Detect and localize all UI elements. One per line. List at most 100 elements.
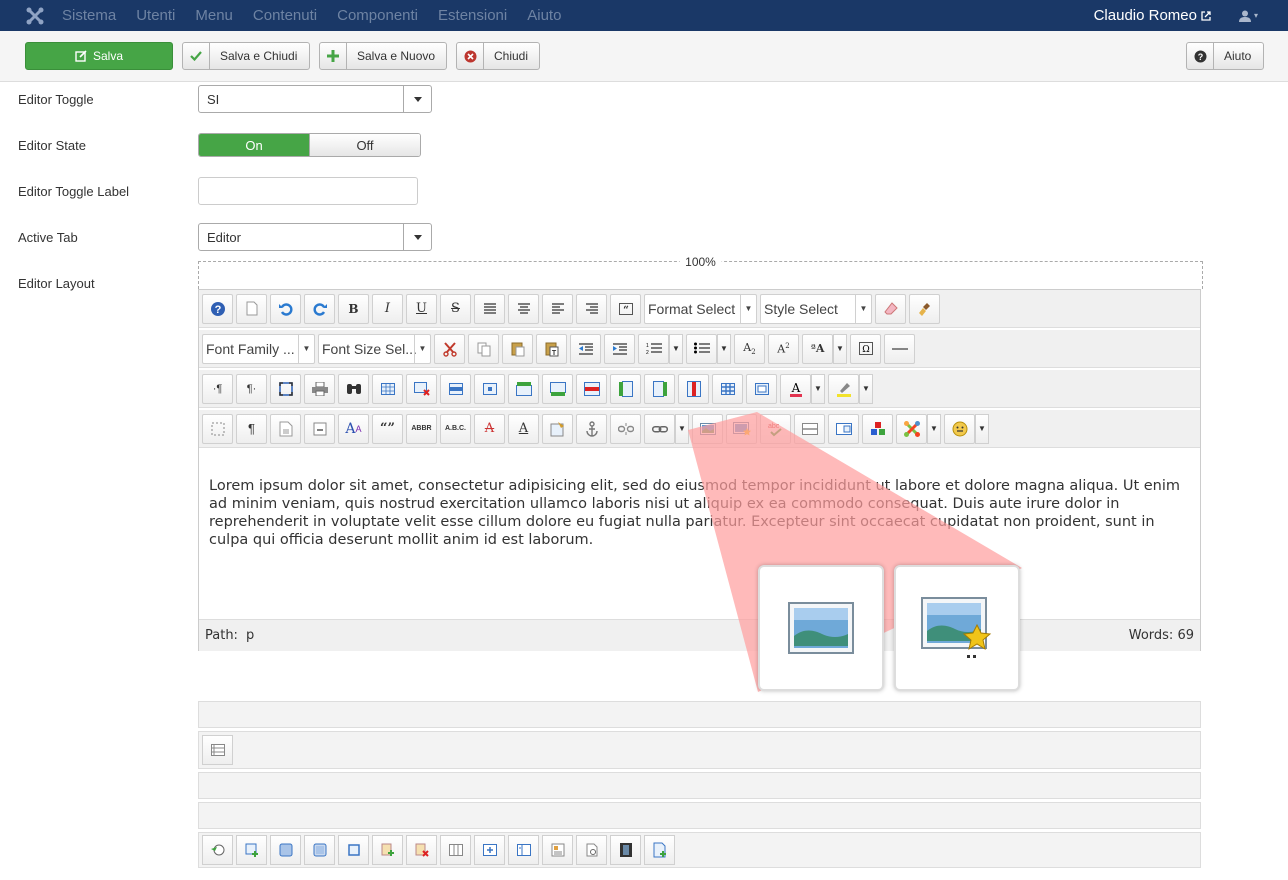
joomla-icon[interactable]	[896, 413, 927, 444]
strikethrough-icon[interactable]: S	[440, 293, 471, 324]
frame-2-icon[interactable]	[304, 835, 335, 865]
editor-content[interactable]: Lorem ipsum dolor sit amet, consectetur …	[209, 477, 1194, 549]
font-case-icon[interactable]: ªA	[802, 333, 833, 364]
insert-column-icon[interactable]	[474, 835, 505, 865]
paste-icon[interactable]	[502, 333, 533, 364]
remove-row-icon[interactable]	[406, 835, 437, 865]
chevron-down-icon[interactable]: ▼	[669, 333, 683, 364]
anchor-icon[interactable]	[576, 413, 607, 444]
show-blocks-icon[interactable]: ¶	[236, 413, 267, 444]
align-left-icon[interactable]	[542, 293, 573, 324]
insert-col-before-icon[interactable]	[610, 373, 641, 404]
help-button[interactable]: ? Aiuto	[1186, 42, 1264, 70]
template-icon[interactable]	[270, 413, 301, 444]
frame-icon[interactable]	[270, 835, 301, 865]
font-size-select[interactable]: Font Size Sel... ▼	[318, 333, 431, 364]
save-new-button[interactable]: Salva e Nuovo	[319, 42, 447, 70]
nav-componenti[interactable]: Componenti	[337, 7, 418, 24]
align-right-icon[interactable]	[576, 293, 607, 324]
nav-contenuti[interactable]: Contenuti	[253, 7, 317, 24]
chevron-down-icon[interactable]: ▼	[927, 413, 941, 444]
deletion-icon[interactable]: A	[474, 413, 505, 444]
editor-state-off-button[interactable]: Off	[309, 134, 420, 156]
insert-image-icon[interactable]	[692, 413, 723, 444]
print-icon[interactable]	[304, 373, 335, 404]
acronym-icon[interactable]: A.B.C.	[440, 413, 471, 444]
abbreviation-icon[interactable]: ABBR	[406, 413, 437, 444]
chevron-down-icon[interactable]: ▼	[833, 333, 847, 364]
joomla-logo-icon[interactable]	[22, 6, 48, 26]
layer-icon[interactable]	[828, 413, 859, 444]
undo-icon[interactable]	[270, 293, 301, 324]
styles-icon[interactable]: AA	[338, 413, 369, 444]
close-button[interactable]: Chiudi	[456, 42, 540, 70]
table-props-icon[interactable]	[372, 373, 403, 404]
cell-props-icon[interactable]	[474, 373, 505, 404]
nav-menu[interactable]: Menu	[195, 7, 233, 24]
attributes-icon[interactable]	[542, 413, 573, 444]
visual-aid-icon[interactable]	[202, 413, 233, 444]
quote-icon[interactable]: “”	[372, 413, 403, 444]
insert-row-after-icon[interactable]	[542, 373, 573, 404]
delete-col-icon[interactable]	[678, 373, 709, 404]
new-document-icon[interactable]	[236, 293, 267, 324]
image-manager-icon[interactable]	[726, 413, 757, 444]
align-center-icon[interactable]	[508, 293, 539, 324]
add-row-icon[interactable]	[372, 835, 403, 865]
editor-toggle-select[interactable]: SI	[198, 85, 432, 113]
row-props-icon[interactable]	[440, 373, 471, 404]
style-select[interactable]: Style Select ▼	[760, 293, 872, 324]
unlink-icon[interactable]	[610, 413, 641, 444]
save-button[interactable]: Salva	[25, 42, 173, 70]
cut-icon[interactable]	[434, 333, 465, 364]
new-cell-icon[interactable]	[236, 835, 267, 865]
table-layout-icon[interactable]	[542, 835, 573, 865]
bold-icon[interactable]: B	[338, 293, 369, 324]
ltr-icon[interactable]: ·¶	[202, 373, 233, 404]
list-view-icon[interactable]	[202, 735, 233, 765]
insertion-icon[interactable]: A	[508, 413, 539, 444]
horizontal-rule-2-icon[interactable]	[794, 413, 825, 444]
indent-icon[interactable]	[604, 333, 635, 364]
search-replace-icon[interactable]	[338, 373, 369, 404]
special-character-icon[interactable]: Ω	[850, 333, 881, 364]
user-site-link[interactable]: Claudio Romeo	[1094, 7, 1211, 24]
underline-icon[interactable]: U	[406, 293, 437, 324]
delete-table-icon[interactable]	[406, 373, 437, 404]
film-icon[interactable]	[610, 835, 641, 865]
chevron-down-icon[interactable]: ▼	[811, 373, 825, 404]
fullscreen-icon[interactable]	[270, 373, 301, 404]
bullet-list-icon[interactable]	[686, 333, 717, 364]
insert-col-after-icon[interactable]	[644, 373, 675, 404]
eraser-icon[interactable]	[875, 293, 906, 324]
restore-icon[interactable]	[202, 835, 233, 865]
clean-brush-icon[interactable]	[909, 293, 940, 324]
merge-cells-icon[interactable]	[746, 373, 777, 404]
plugins-icon[interactable]	[862, 413, 893, 444]
editor-state-on-button[interactable]: On	[199, 134, 309, 156]
blockquote-icon[interactable]: “	[610, 293, 641, 324]
font-family-select[interactable]: Font Family ... ▼	[202, 333, 315, 364]
page-break-icon[interactable]	[304, 413, 335, 444]
columns-icon[interactable]	[440, 835, 471, 865]
sidebar-layout-icon[interactable]	[508, 835, 539, 865]
split-cells-icon[interactable]	[712, 373, 743, 404]
horizontal-rule-icon[interactable]	[884, 333, 915, 364]
spellcheck-icon[interactable]: abc	[760, 413, 791, 444]
emoticon-icon[interactable]	[944, 413, 975, 444]
link-icon[interactable]	[644, 413, 675, 444]
text-color-icon[interactable]: A	[780, 373, 811, 404]
italic-icon[interactable]: I	[372, 293, 403, 324]
user-menu-icon[interactable]: ▾	[1238, 10, 1258, 22]
paste-text-icon[interactable]: T	[536, 333, 567, 364]
editor-width-ruler[interactable]: 100%	[198, 255, 1203, 289]
copy-icon[interactable]	[468, 333, 499, 364]
rtl-icon[interactable]: ¶·	[236, 373, 267, 404]
align-justify-icon[interactable]	[474, 293, 505, 324]
redo-icon[interactable]	[304, 293, 335, 324]
outdent-icon[interactable]	[570, 333, 601, 364]
editor-toggle-label-input[interactable]	[198, 177, 418, 205]
chevron-down-icon[interactable]: ▼	[675, 413, 689, 444]
subscript-icon[interactable]: A2	[734, 333, 765, 364]
active-tab-select[interactable]: Editor	[198, 223, 432, 251]
